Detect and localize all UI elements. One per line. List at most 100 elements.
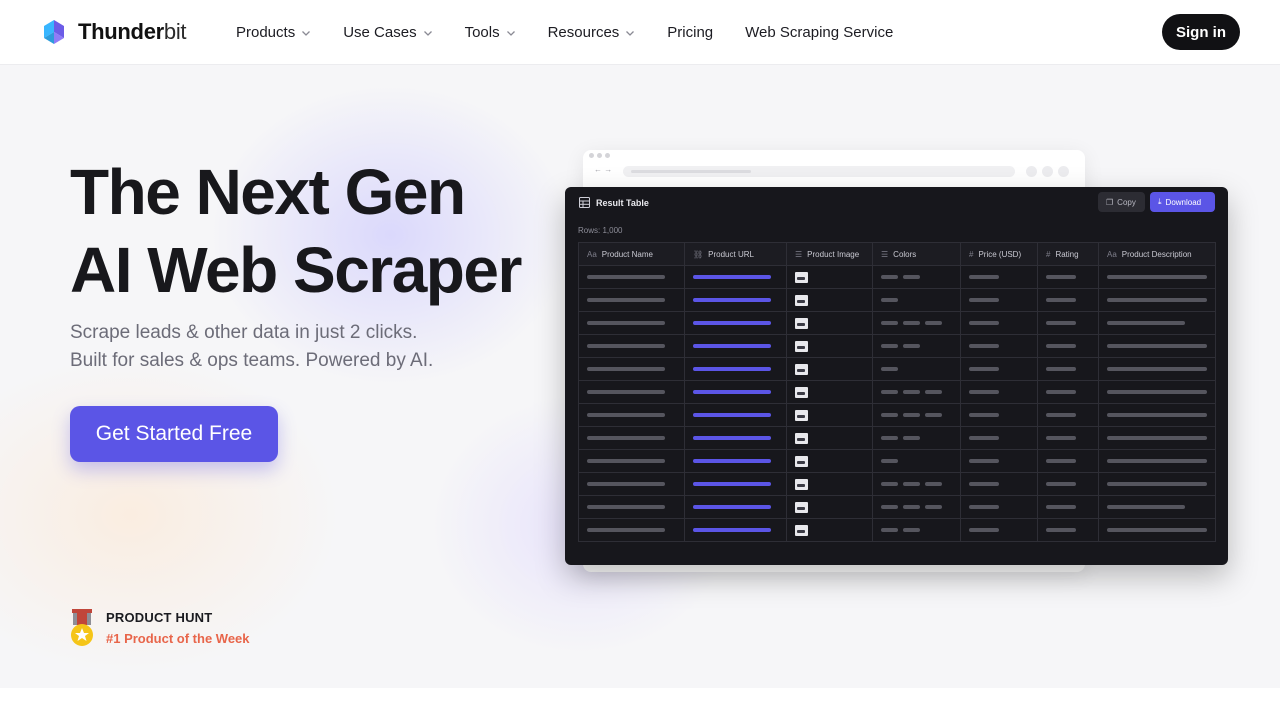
placeholder-bar: [1046, 275, 1076, 280]
sign-in-button[interactable]: Sign in: [1162, 14, 1240, 50]
placeholder-bar: [693, 413, 771, 418]
nav-item-resources[interactable]: Resources: [548, 24, 636, 41]
placeholder-bar: [969, 528, 999, 533]
placeholder-bar: [587, 275, 665, 280]
table-cell: [1098, 518, 1216, 542]
nav-item-pricing[interactable]: Pricing: [667, 24, 713, 41]
placeholder-bar: [1107, 528, 1207, 533]
placeholder-bar: [969, 505, 999, 510]
table-cell: [578, 265, 685, 289]
product-thumbnail: [795, 478, 808, 490]
column-header: Aa Product Description: [1098, 242, 1216, 266]
nav-item-use-cases[interactable]: Use Cases: [343, 24, 432, 41]
nav-item-tools[interactable]: Tools: [465, 24, 516, 41]
placeholder-bar: [1107, 367, 1207, 372]
placeholder-bar: [969, 275, 999, 280]
result-table-title: Result Table: [596, 197, 649, 208]
nav-item-label: Pricing: [667, 24, 714, 41]
placeholder-bar: [693, 321, 771, 326]
placeholder-bar: [1046, 505, 1076, 510]
download-label: Download: [1165, 197, 1202, 207]
placeholder-bar: [1107, 436, 1207, 441]
table-cell: [578, 311, 685, 335]
column-header: ☰ Product Image: [786, 242, 873, 266]
table-cell: [786, 518, 873, 542]
nav-arrows-icon: ← →: [594, 165, 613, 174]
table-cell: [1098, 380, 1216, 404]
placeholder-bar: [1046, 344, 1076, 349]
nav-item-web-scraping-service[interactable]: Web Scraping Service: [745, 24, 893, 41]
placeholder-bar: [587, 528, 665, 533]
table-cell: [684, 357, 787, 381]
table-row: [578, 311, 1216, 335]
table-cell: [684, 311, 787, 335]
copy-button[interactable]: ❐ Copy: [1098, 192, 1145, 212]
hero-subheadline: Scrape leads & other data in just 2 clic…: [70, 319, 433, 375]
placeholder-bar: [1046, 413, 1076, 418]
product-thumbnail: [795, 340, 808, 352]
table-row: [578, 357, 1216, 381]
table-cell: [960, 403, 1038, 427]
table-cell: [960, 311, 1038, 335]
placeholder-bar: [969, 321, 999, 326]
table-cell: [872, 357, 961, 381]
table-cell: [960, 357, 1038, 381]
top-navigation-bar: Thunderbit Products Use Cases Tools Resourc…: [0, 0, 1280, 65]
table-cell: [1037, 334, 1099, 358]
table-cell: [578, 357, 685, 381]
brand-logo[interactable]: Thunderbit: [40, 18, 187, 46]
table-row: [578, 380, 1216, 404]
placeholder-bar: [969, 413, 999, 418]
hero-headline: The Next Gen AI Web Scraper: [70, 153, 522, 309]
placeholder-bar: [587, 505, 665, 510]
product-thumbnail: [795, 501, 808, 513]
placeholder-bar: [881, 344, 898, 349]
placeholder-bar: [587, 482, 665, 487]
rows-count: Rows: 1,000: [578, 226, 623, 235]
table-cell: [1098, 495, 1216, 519]
nav-item-label: Tools: [464, 24, 500, 41]
product-hunt-award[interactable]: PRODUCT HUNT #1 Product of the Week: [70, 609, 250, 647]
placeholder-bar: [1046, 298, 1076, 303]
column-header: # Rating: [1037, 242, 1099, 266]
headline-line-2: AI Web Scraper: [70, 234, 522, 306]
placeholder-bar: [969, 436, 999, 441]
page-below-fold: [0, 688, 1280, 720]
download-button[interactable]: ⤓ Download: [1150, 192, 1215, 212]
placeholder-bar: [587, 321, 665, 326]
award-text: PRODUCT HUNT #1 Product of the Week: [106, 610, 250, 646]
table-cell: [786, 403, 873, 427]
table-cell: [872, 288, 961, 312]
placeholder-bar: [903, 528, 920, 533]
placeholder-bar: [1107, 459, 1207, 464]
table-cell: [684, 518, 787, 542]
placeholder-bar: [969, 390, 999, 395]
table-cell: [872, 449, 961, 473]
placeholder-bar: [903, 413, 920, 418]
table-cell: [786, 288, 873, 312]
table-cell: [1037, 311, 1099, 335]
nav-item-label: Use Cases: [343, 24, 417, 41]
get-started-free-button[interactable]: Get Started Free: [70, 406, 278, 462]
nav-item-products[interactable]: Products: [236, 24, 311, 41]
placeholder-bar: [881, 298, 898, 303]
table-row: [578, 449, 1216, 473]
brand-wordmark: Thunderbit: [78, 19, 187, 44]
placeholder-bar: [693, 298, 771, 303]
placeholder-bar: [1046, 321, 1076, 326]
table-cell: [1037, 426, 1099, 450]
table-cell: [960, 288, 1038, 312]
placeholder-bar: [1107, 321, 1185, 326]
placeholder-bar: [881, 505, 898, 510]
placeholder-bar: [587, 436, 665, 441]
placeholder-bar: [693, 275, 771, 280]
thunderbit-logo-icon: [44, 20, 64, 44]
table-row: [578, 334, 1216, 358]
table-cell: [578, 426, 685, 450]
table-cell: [578, 495, 685, 519]
table-cell: [1098, 449, 1216, 473]
medal-icon: [71, 609, 93, 646]
placeholder-bar: [1046, 528, 1076, 533]
placeholder-bar: [925, 390, 942, 395]
table-cell: [786, 426, 873, 450]
